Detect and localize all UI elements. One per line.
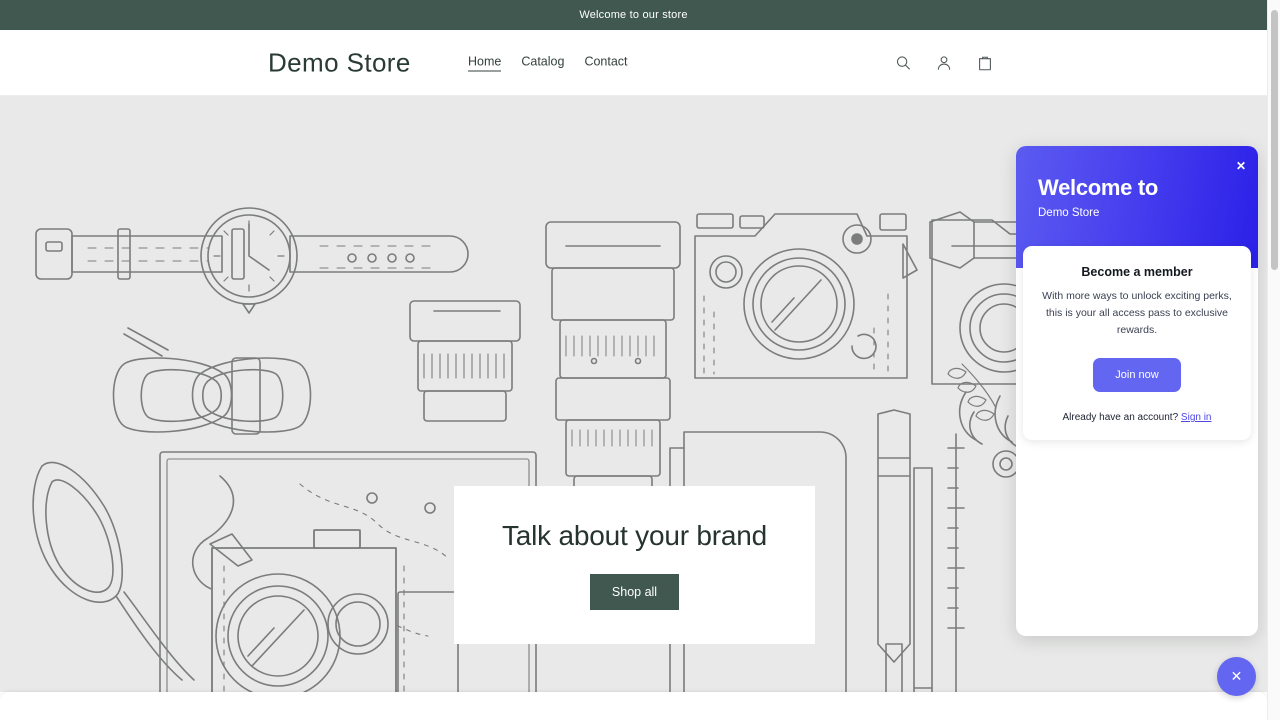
zoom-lens-illustration <box>546 222 680 528</box>
popup-dismiss-fab[interactable]: ✕ <box>1217 657 1256 696</box>
nav-item-contact[interactable]: Contact <box>584 55 627 71</box>
membership-card: Become a member With more ways to unlock… <box>1023 246 1251 440</box>
scrollbar-thumb[interactable] <box>1271 10 1278 270</box>
header-actions <box>893 53 995 73</box>
search-icon[interactable] <box>893 53 913 73</box>
membership-popup: Welcome to Demo Store ✕ Become a member … <box>1016 146 1258 636</box>
bowtie-illustration <box>114 328 311 434</box>
site-header: Demo Store Home Catalog Contact <box>0 30 1267 96</box>
ruler-illustration <box>948 434 1019 692</box>
announcement-text: Welcome to our store <box>579 9 687 21</box>
lens-illustration <box>410 301 520 421</box>
main-navigation: Home Catalog Contact <box>468 54 628 71</box>
hero-content-card: Talk about your brand Shop all <box>454 486 815 644</box>
hero-heading: Talk about your brand <box>502 520 767 552</box>
pen-illustration <box>878 410 910 692</box>
leaf-illustration <box>948 364 996 420</box>
account-icon[interactable] <box>934 53 954 73</box>
vintage-camera-illustration <box>210 530 458 692</box>
join-now-button[interactable]: Join now <box>1093 358 1180 392</box>
membership-card-title: Become a member <box>1039 265 1235 279</box>
popup-subtitle: Demo Store <box>1038 207 1236 219</box>
footer-text: Already have an account? <box>1063 412 1179 423</box>
membership-card-body: With more ways to unlock exciting perks,… <box>1039 288 1235 339</box>
sign-in-link[interactable]: Sign in <box>1181 412 1212 423</box>
camera-illustration <box>695 214 917 378</box>
browser-viewport: Welcome to our store Demo Store Home Cat… <box>0 0 1280 720</box>
sunglasses-illustration <box>33 462 194 680</box>
store-logo[interactable]: Demo Store <box>268 47 411 78</box>
nav-item-catalog[interactable]: Catalog <box>521 55 564 71</box>
nav-item-home[interactable]: Home <box>468 54 501 71</box>
popup-title: Welcome to <box>1038 176 1236 200</box>
page-bottom-edge <box>0 692 1267 720</box>
announcement-bar: Welcome to our store <box>0 0 1267 30</box>
watch-illustration <box>36 208 468 313</box>
shop-all-button[interactable]: Shop all <box>590 574 679 610</box>
pencil-illustration <box>914 468 932 692</box>
close-icon[interactable]: ✕ <box>1236 160 1246 172</box>
page-scrollbar[interactable] <box>1267 0 1280 720</box>
membership-card-footer: Already have an account? Sign in <box>1039 412 1235 423</box>
cart-icon[interactable] <box>975 53 995 73</box>
